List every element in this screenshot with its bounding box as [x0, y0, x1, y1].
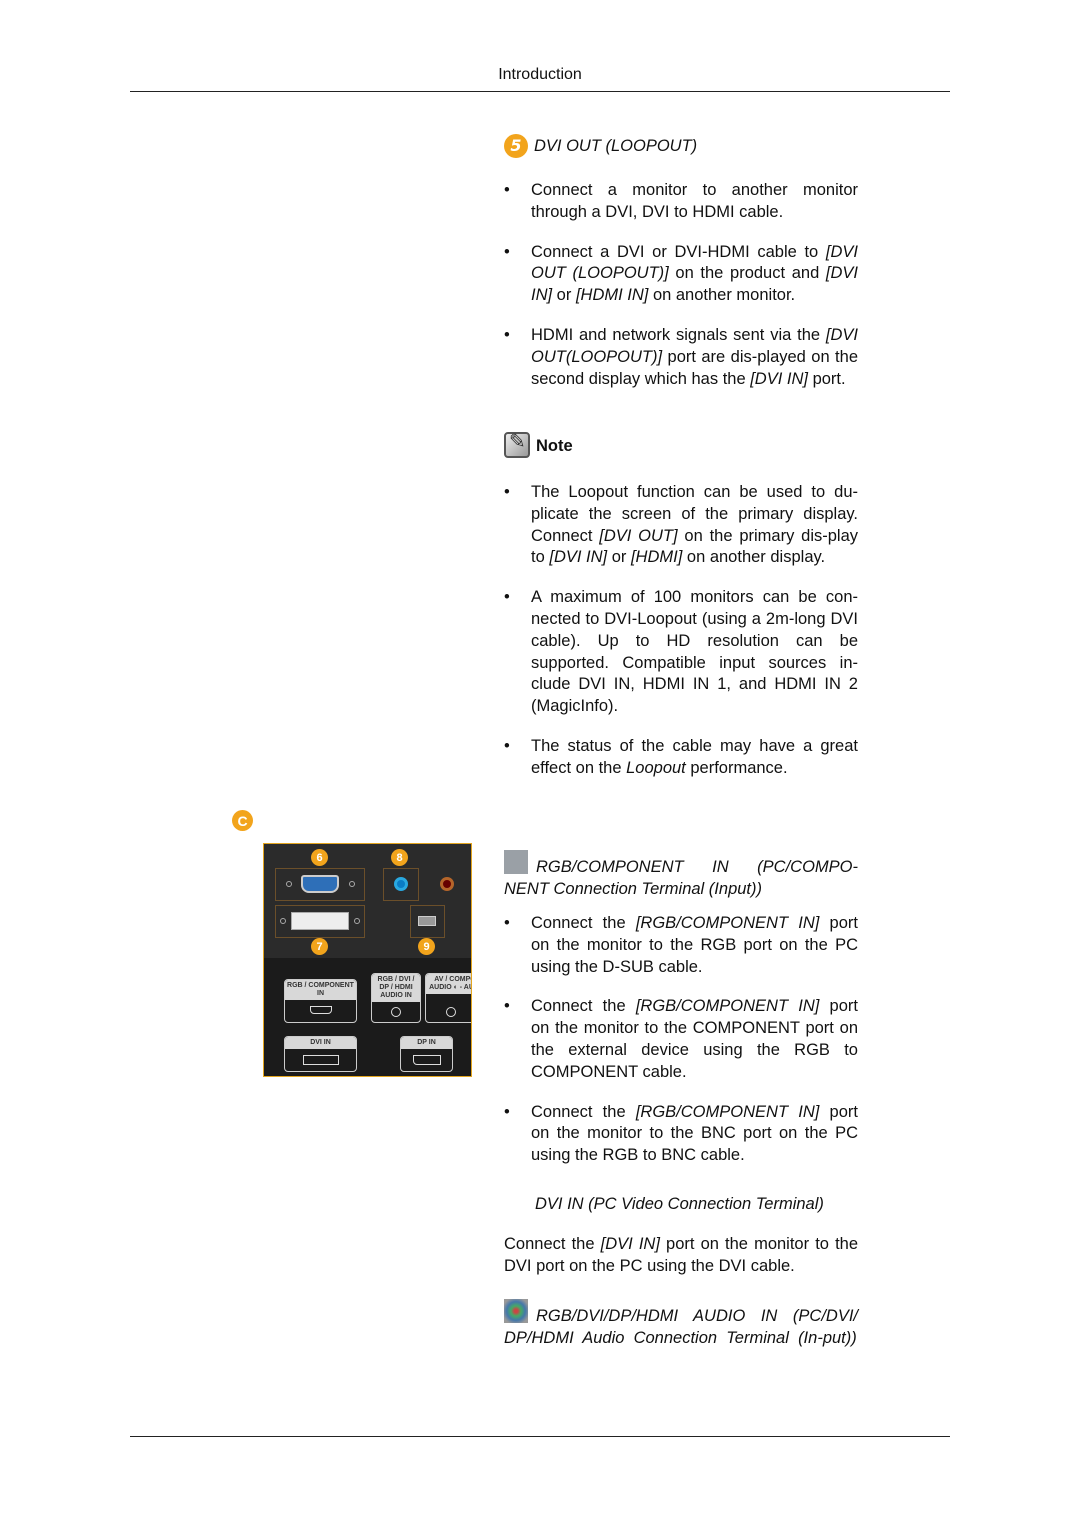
red-rca-port-icon [440, 877, 454, 891]
note-label: Note [536, 437, 573, 456]
dvi-in-body: Connect the [DVI IN] port on the monitor… [504, 1235, 859, 1275]
note-heading: Note [504, 432, 858, 458]
av-component-audio-card: AV / COMPO AUDIO ◐ - AUDI [425, 973, 471, 1023]
footer-rule [130, 1436, 950, 1437]
section-5-heading: 5 DVI OUT (LOOPOUT) [504, 134, 858, 158]
port-7-badge: 7 [311, 938, 328, 955]
bullet-item: HDMI and network signals sent via the [D… [504, 325, 858, 390]
port-9-badge: 9 [418, 938, 435, 955]
number-5-icon: 5 [504, 134, 528, 158]
dp-in-card: DP IN [400, 1036, 453, 1072]
bullet-item: A maximum of 100 monitors can be con-nec… [504, 587, 858, 718]
rear-panel-illustration: 6 8 7 9 RGB / COMPONENT IN RGB / DVI / D… [263, 843, 472, 1077]
audio-jack-icon [446, 1007, 456, 1017]
screw-icon [286, 881, 292, 887]
audio-in-card: RGB / DVI / DP / HDMI AUDIO IN [371, 973, 421, 1023]
bullet-item: The status of the cable may have a great… [504, 736, 858, 780]
screw-icon [280, 918, 286, 924]
dvi-symbol-icon [302, 1055, 339, 1065]
dsub-symbol-icon [309, 1006, 332, 1014]
bullet-item: Connect a monitor to another monitor thr… [504, 180, 858, 224]
dp-in-label: DP IN [401, 1037, 452, 1049]
page-header-title: Introduction [498, 66, 582, 83]
dvi-port-icon [291, 912, 349, 930]
screw-icon [354, 918, 360, 924]
dvi-in-label: DVI IN [285, 1037, 356, 1049]
hdmi-port-icon [418, 916, 436, 926]
panel-upper [264, 844, 471, 958]
section-c-icon: C [232, 810, 253, 831]
bullet-item: Connect the [RGB/COMPONENT IN] port on t… [504, 996, 858, 1083]
av-component-audio-label: AV / COMPO AUDIO ◐ - AUDI [426, 974, 471, 994]
section-5-title: DVI OUT (LOOPOUT) [534, 137, 698, 156]
rgb-component-in-card: RGB / COMPONENT IN [284, 979, 357, 1023]
bullet-item: Connect the [RGB/COMPONENT IN] port on t… [504, 913, 858, 978]
rgb-section-heading: RGB/COMPONENT IN (PC/COMPO-NENT Connecti… [504, 850, 858, 901]
displayport-symbol-icon [412, 1055, 441, 1065]
bullet-item: The Loopout function can be used to du-p… [504, 482, 858, 569]
note-bullets: The Loopout function can be used to du-p… [504, 482, 858, 798]
section-5-bullets: Connect a monitor to another monitor thr… [504, 180, 858, 408]
rgb-port-icon [504, 850, 528, 874]
rgb-section-bullets: Connect the [RGB/COMPONENT IN] port on t… [504, 913, 858, 1185]
note-pencil-icon [504, 432, 530, 458]
vga-port-icon [301, 875, 339, 893]
bullet-item: Connect the [RGB/COMPONENT IN] port on t… [504, 1102, 858, 1167]
audio-jack-icon [391, 1007, 401, 1017]
rgb-component-in-label: RGB / COMPONENT IN [285, 980, 356, 1000]
port-6-badge: 6 [311, 849, 328, 866]
audio-section-heading: RGB/DVI/DP/HDMI AUDIO IN (PC/DVI/ DP/HDM… [504, 1299, 858, 1350]
port-8-badge: 8 [391, 849, 408, 866]
dvi-in-heading: DVI IN (PC Video Connection Terminal) [535, 1195, 824, 1213]
audio-port-icon [504, 1299, 528, 1323]
audio-in-label: RGB / DVI / DP / HDMI AUDIO IN [372, 974, 420, 1002]
header-rule [130, 91, 950, 92]
bullet-item: Connect a DVI or DVI-HDMI cable to [DVI … [504, 242, 858, 307]
dvi-in-card: DVI IN [284, 1036, 357, 1072]
screw-icon [349, 881, 355, 887]
blue-rca-port-icon [394, 877, 408, 891]
